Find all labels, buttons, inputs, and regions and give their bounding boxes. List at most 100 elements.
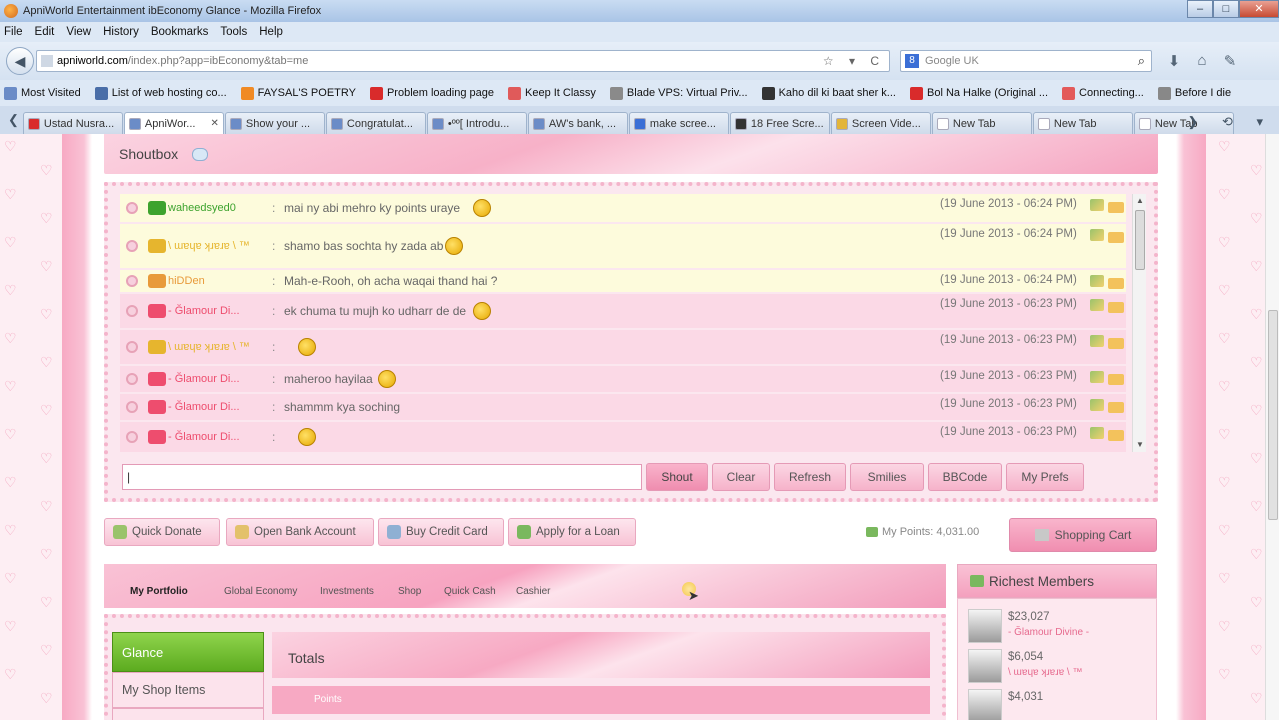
browser-tab[interactable]: ApniWor... ✕ [123, 112, 224, 134]
shoutbox-bubble-icon[interactable] [192, 148, 208, 161]
bookmark-item[interactable]: Connecting... [1062, 86, 1144, 100]
buy-credit-card-button[interactable]: Buy Credit Card [378, 518, 504, 546]
menu-help[interactable]: Help [259, 26, 283, 38]
edit-shout-icon[interactable] [1090, 275, 1104, 287]
bookmark-item[interactable]: Problem loading page [369, 86, 494, 100]
side-menu-my-shop-items[interactable]: My Shop Items [112, 672, 264, 708]
richest-member[interactable]: $6,054 \ ɯɐɥɐ ʞɹɐɹɐ \ ™ [968, 649, 1148, 689]
shout-username[interactable]: hiDDen [168, 275, 205, 287]
nav-investments[interactable]: Investments [320, 586, 374, 597]
open-bank-account-button[interactable]: Open Bank Account [226, 518, 374, 546]
back-button[interactable]: ◀ [6, 47, 34, 75]
quote-shout-icon[interactable] [1108, 202, 1124, 213]
edit-shout-icon[interactable] [1090, 371, 1104, 383]
close-window-button[interactable]: ✕ [1239, 0, 1279, 18]
nav-my-portfolio[interactable]: My Portfolio [130, 586, 188, 597]
tab-close-icon[interactable]: ✕ [211, 118, 219, 129]
nav-global-economy[interactable]: Global Economy [224, 586, 297, 597]
search-engine-icon[interactable]: 8 [905, 54, 919, 68]
refresh-button[interactable]: Refresh [774, 463, 846, 491]
nav-shop[interactable]: Shop [398, 586, 421, 597]
shout-username[interactable]: - Ğlamour Di... [168, 305, 240, 317]
shout-username[interactable]: waheedsyed0 [168, 202, 236, 214]
apply-for-loan-button[interactable]: Apply for a Loan [508, 518, 636, 546]
browser-tab[interactable]: •ºº[ Introdu... [426, 112, 527, 134]
home-icon[interactable]: ⌂ [1188, 52, 1216, 70]
bookmark-item[interactable]: Blade VPS: Virtual Priv... [609, 86, 748, 100]
edit-shout-icon[interactable] [1090, 399, 1104, 411]
avatar[interactable] [968, 689, 1002, 720]
smilies-button[interactable]: Smilies [850, 463, 924, 491]
menu-tools[interactable]: Tools [220, 26, 247, 38]
page-scroll-thumb[interactable] [1268, 310, 1278, 520]
browser-tab[interactable]: make scree... [628, 112, 729, 134]
clear-button[interactable]: Clear [712, 463, 770, 491]
quote-shout-icon[interactable] [1108, 338, 1124, 349]
richest-member[interactable]: $4,031 [968, 689, 1148, 720]
scroll-down-icon[interactable]: ▼ [1136, 440, 1144, 449]
delete-shout-icon[interactable] [126, 431, 138, 443]
menu-bookmarks[interactable]: Bookmarks [151, 26, 209, 38]
avatar[interactable] [968, 649, 1002, 683]
edit-shout-icon[interactable] [1090, 199, 1104, 211]
shout-username[interactable]: - Ğlamour Di... [168, 431, 240, 443]
bookmark-item[interactable]: List of web hosting co... [94, 86, 227, 100]
menu-history[interactable]: History [103, 26, 139, 38]
quote-shout-icon[interactable] [1108, 402, 1124, 413]
browser-tab[interactable]: 18 Free Scre... [729, 112, 830, 134]
download-icon[interactable]: ⬇ [1160, 52, 1188, 70]
browser-tab[interactable]: AW's bank, ... [527, 112, 628, 134]
delete-shout-icon[interactable] [126, 202, 138, 214]
page-scrollbar[interactable] [1265, 134, 1279, 720]
bookmark-star-icon[interactable]: ☆ ▾ C [823, 54, 885, 68]
maximize-button[interactable]: □ [1213, 0, 1239, 18]
shout-username[interactable]: \ ɯɐɥɐ ʞɹɐɹɐ \ ™ [168, 240, 250, 252]
edit-shout-icon[interactable] [1090, 299, 1104, 311]
browser-tab[interactable]: Ustad Nusra... [22, 112, 123, 134]
delete-shout-icon[interactable] [126, 373, 138, 385]
shout-button[interactable]: Shout [646, 463, 708, 491]
delete-shout-icon[interactable] [126, 275, 138, 287]
delete-shout-icon[interactable] [126, 341, 138, 353]
avatar[interactable] [968, 609, 1002, 643]
browser-tab[interactable]: Congratulat... [325, 112, 426, 134]
member-name[interactable]: \ ɯɐɥɐ ʞɹɐɹɐ \ ™ [1008, 667, 1082, 678]
bookmark-item[interactable]: Bol Na Halke (Original ... [909, 86, 1048, 100]
shout-input[interactable] [122, 464, 642, 490]
menu-view[interactable]: View [66, 26, 91, 38]
my-prefs-button[interactable]: My Prefs [1006, 463, 1084, 491]
edit-shout-icon[interactable] [1090, 229, 1104, 241]
bookmark-item[interactable]: Keep It Classy [508, 86, 596, 100]
shout-scroll-thumb[interactable] [1135, 210, 1145, 270]
quick-donate-button[interactable]: Quick Donate [104, 518, 220, 546]
menu-edit[interactable]: Edit [35, 26, 55, 38]
quote-shout-icon[interactable] [1108, 302, 1124, 313]
browser-tab[interactable]: Show your ... [224, 112, 325, 134]
nav-cashier[interactable]: Cashier [516, 586, 550, 597]
tab-scroll-left-icon[interactable]: ❮ [8, 112, 19, 128]
edit-shout-icon[interactable] [1090, 427, 1104, 439]
tab-list-controls-icon[interactable]: ❯ ⟲ ▾ [1187, 114, 1273, 130]
shout-scrollbar[interactable]: ▲ ▼ [1132, 194, 1146, 452]
side-menu-next-item[interactable] [112, 708, 264, 720]
search-bar[interactable]: 8 Google UK ⌕ [900, 50, 1152, 72]
bbcode-button[interactable]: BBCode [928, 463, 1002, 491]
quote-shout-icon[interactable] [1108, 232, 1124, 243]
minimize-button[interactable]: – [1187, 0, 1213, 18]
browser-tab[interactable]: Screen Vide... [830, 112, 931, 134]
delete-shout-icon[interactable] [126, 305, 138, 317]
side-menu-glance[interactable]: Glance [112, 632, 264, 672]
url-bar[interactable]: apniworld.com /index.php?app=ibEconomy&t… [36, 50, 890, 72]
menu-file[interactable]: File [4, 26, 23, 38]
quote-shout-icon[interactable] [1108, 430, 1124, 441]
search-icon[interactable]: ⌕ [1138, 53, 1145, 69]
site-identity-icon[interactable] [41, 55, 53, 67]
shopping-cart-button[interactable]: Shopping Cart [1009, 518, 1157, 552]
addon-icon[interactable]: ✎ [1216, 52, 1244, 70]
browser-tab[interactable]: New Tab [1032, 112, 1133, 134]
bookmark-item[interactable]: FAYSAL'S POETRY [240, 86, 356, 100]
nav-quick-cash[interactable]: Quick Cash [444, 586, 496, 597]
richest-member[interactable]: $23,027 - Ğlamour Divine - [968, 609, 1148, 649]
bookmark-item[interactable]: Before I die [1157, 86, 1231, 100]
browser-tab[interactable]: New Tab [931, 112, 1032, 134]
